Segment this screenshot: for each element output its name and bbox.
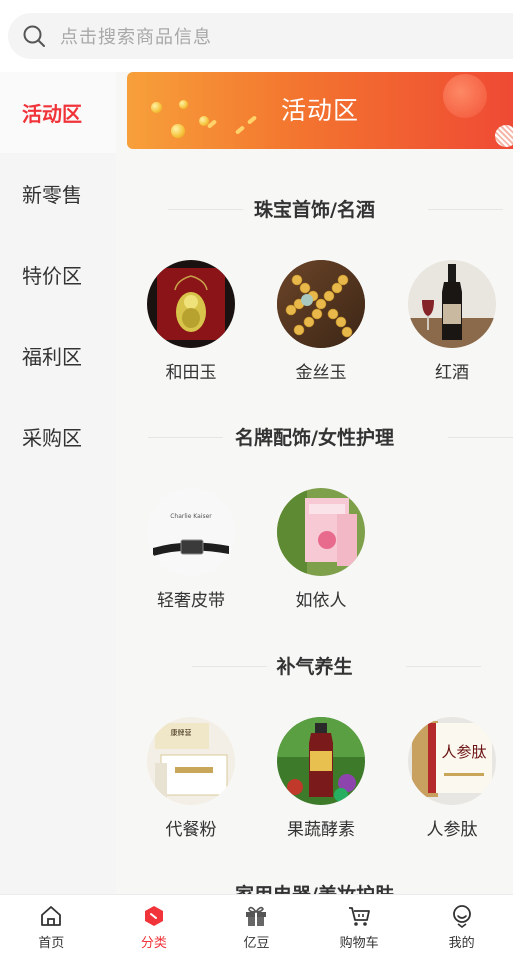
- section-title-accessories: 名牌配饰/女性护理: [116, 423, 513, 450]
- nav-profile[interactable]: 我的: [410, 895, 513, 954]
- ruyiren-image: [277, 488, 365, 576]
- category-content: 活动区 珠宝首饰/名酒 和田玉 金丝玉 红酒 名牌配饰/女性护理 Charlie…: [116, 72, 513, 894]
- product-item[interactable]: 康牌营 代餐粉: [136, 717, 246, 840]
- product-item[interactable]: 果蔬酵素: [266, 717, 376, 840]
- sidebar-item-welfare[interactable]: 福利区: [0, 315, 116, 396]
- sidebar-item-activity[interactable]: 活动区: [0, 72, 116, 153]
- nav-yidou[interactable]: 亿豆: [205, 895, 308, 954]
- golden-silk-jade-image: [277, 260, 365, 348]
- product-label: 人参肽: [426, 820, 478, 840]
- category-sidebar: 活动区 新零售 特价区 福利区 采购区: [0, 72, 116, 894]
- nav-home[interactable]: 首页: [0, 895, 103, 954]
- search-input[interactable]: 点击搜索商品信息: [8, 13, 513, 59]
- product-item[interactable]: 和田玉: [136, 260, 246, 383]
- product-label: 金丝玉: [295, 363, 347, 383]
- belt-brand-text: Charlie Kaiser: [170, 513, 212, 520]
- profile-icon: [452, 905, 471, 928]
- product-label: 和田玉: [165, 363, 217, 383]
- nav-cart[interactable]: 购物车: [308, 895, 411, 954]
- search-icon: [23, 25, 45, 47]
- product-item[interactable]: 人参肽 人参肽: [397, 717, 507, 840]
- luxury-belt-image: Charlie Kaiser: [147, 488, 235, 576]
- red-wine-image: [408, 260, 496, 348]
- sidebar-item-new-retail[interactable]: 新零售: [0, 153, 116, 234]
- product-label: 红酒: [435, 363, 469, 383]
- home-icon: [41, 906, 62, 926]
- product-label: 如依人: [295, 591, 347, 611]
- bottom-navigation: 首页 分类 亿豆 购物车 我的: [0, 894, 513, 954]
- section-title-appliances: 家用电器/美妆护肤: [116, 880, 513, 894]
- product-item[interactable]: Charlie Kaiser 轻奢皮带: [136, 488, 246, 611]
- product-label: 果蔬酵素: [287, 820, 355, 840]
- hetian-jade-image: [147, 260, 235, 348]
- ginseng-package-text: 人参肽: [441, 743, 486, 761]
- sidebar-item-special-price[interactable]: 特价区: [0, 234, 116, 315]
- gift-icon: [246, 906, 267, 926]
- meal-brand-text: 康牌营: [171, 728, 192, 737]
- product-item[interactable]: 如依人: [266, 488, 376, 611]
- meal-replacement-image: 康牌营: [147, 717, 235, 805]
- ginseng-peptide-image: 人参肽: [408, 717, 496, 805]
- product-label: 代餐粉: [165, 820, 217, 840]
- search-area: 点击搜索商品信息: [0, 0, 513, 72]
- product-item[interactable]: 金丝玉: [266, 260, 376, 383]
- section-title-health: 补气养生: [116, 652, 513, 679]
- product-label: 轻奢皮带: [157, 591, 225, 611]
- cart-icon: [349, 907, 370, 926]
- section-title-jewelry: 珠宝首饰/名酒: [116, 195, 513, 222]
- nav-category[interactable]: 分类: [103, 895, 206, 954]
- product-item[interactable]: 红酒: [397, 260, 507, 383]
- sidebar-item-purchase[interactable]: 采购区: [0, 396, 116, 477]
- activity-banner[interactable]: 活动区: [127, 72, 513, 149]
- category-icon: [144, 906, 163, 926]
- enzyme-image: [277, 717, 365, 805]
- banner-title: 活动区: [280, 96, 359, 125]
- search-placeholder: 点击搜索商品信息: [60, 27, 212, 48]
